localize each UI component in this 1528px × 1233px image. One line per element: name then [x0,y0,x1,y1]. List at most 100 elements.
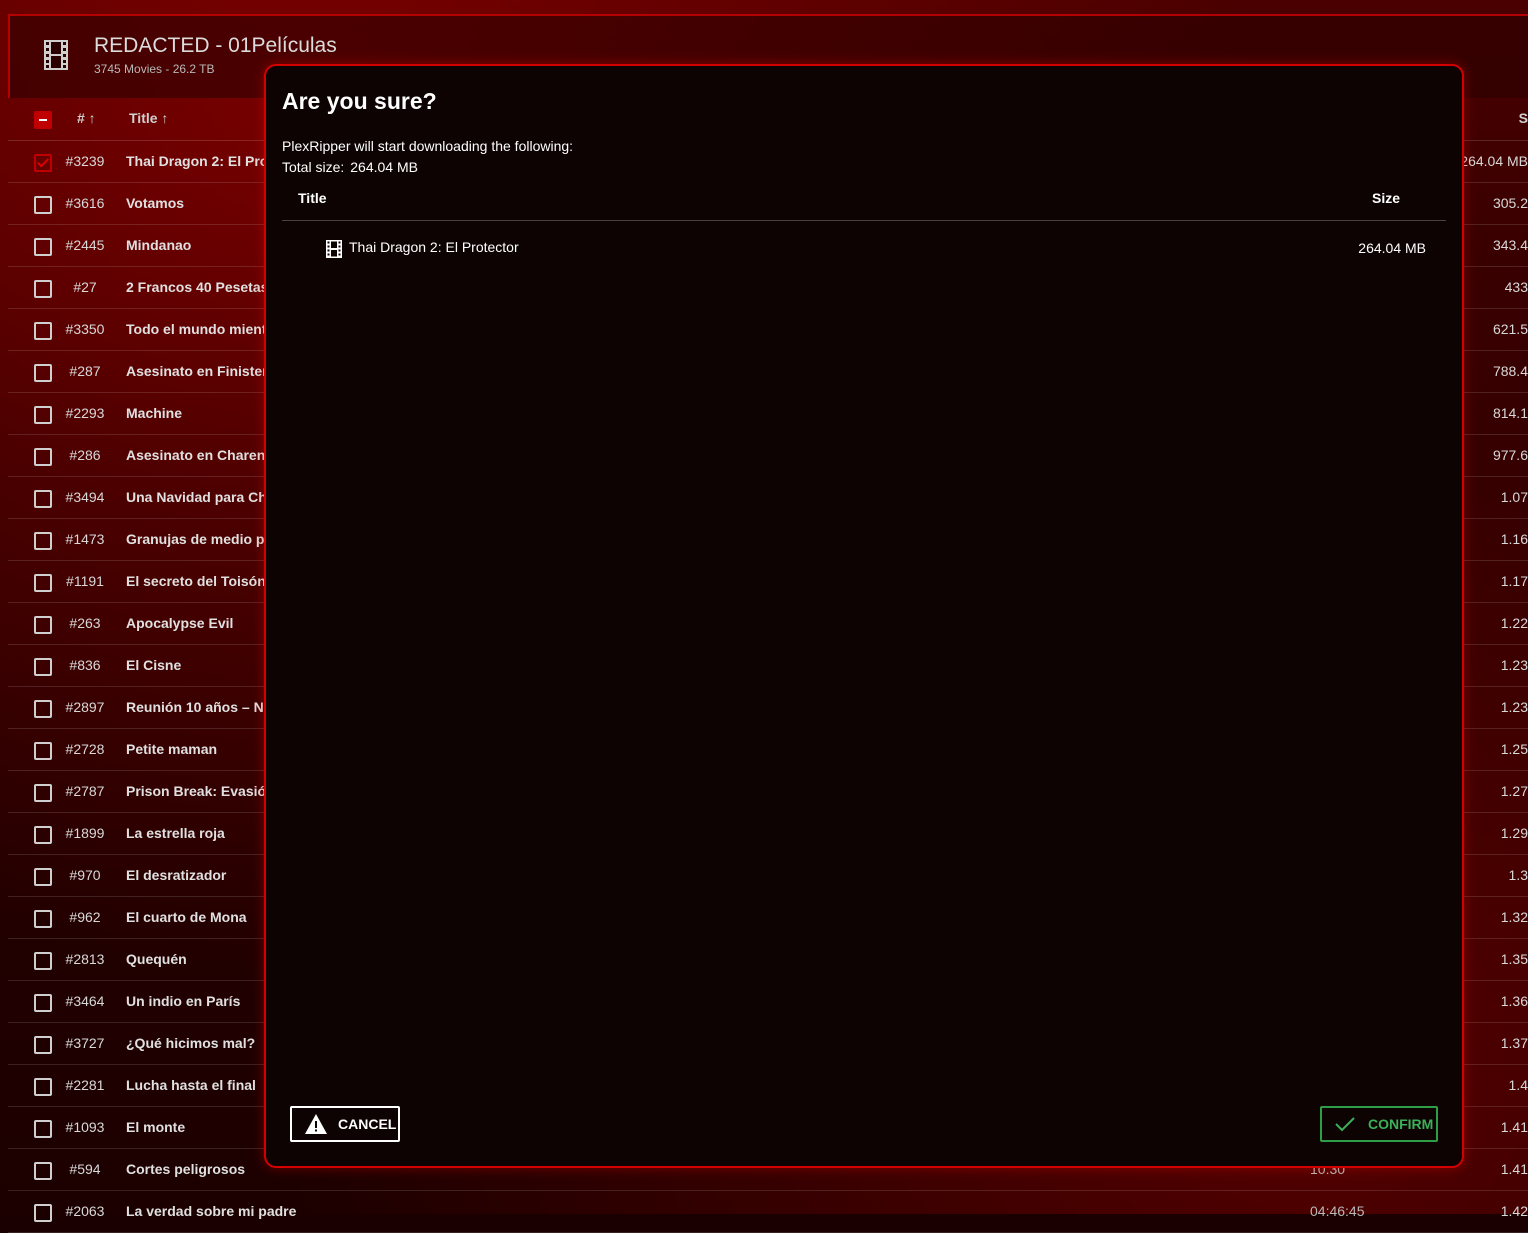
row-title[interactable]: Mindanao [126,237,191,253]
row-checkbox[interactable] [34,280,52,298]
row-duration: 04:46:45 [1310,1203,1365,1219]
row-size: 621.5 [1492,321,1528,337]
row-size: 1.16 [1500,531,1528,547]
row-index: #2445 [65,237,105,253]
row-index: #3464 [65,993,105,1009]
row-checkbox[interactable] [34,154,52,172]
row-checkbox[interactable] [34,238,52,256]
row-checkbox[interactable] [34,532,52,550]
row-index: #2281 [65,1077,105,1093]
row-index: #1191 [66,573,104,589]
row-checkbox[interactable] [34,784,52,802]
row-checkbox[interactable] [34,448,52,466]
column-header-title[interactable]: Title ↑ [129,110,168,126]
row-checkbox[interactable] [34,910,52,928]
row-checkbox[interactable] [34,952,52,970]
row-size: 1.22 [1500,615,1528,631]
row-title[interactable]: Todo el mundo miente [126,321,274,337]
row-title[interactable]: Petite maman [126,741,217,757]
row-index: #1899 [65,825,105,841]
row-index: #2813 [65,951,105,967]
row-title[interactable]: ¿Qué hicimos mal? [126,1035,255,1051]
row-size: 1.35 [1500,951,1528,967]
row-title[interactable]: Machine [126,405,182,421]
row-checkbox[interactable] [34,742,52,760]
row-title[interactable]: Cortes peligrosos [126,1161,245,1177]
select-all-checkbox[interactable] [34,111,52,129]
row-size: 1.23 [1500,699,1528,715]
row-title[interactable]: El monte [126,1119,185,1135]
table-row[interactable]: #2063 La verdad sobre mi padre 04:46:45 1.4… [8,1191,1528,1233]
row-title[interactable]: Asesinato en Finisterre [126,363,281,379]
row-title[interactable]: Apocalypse Evil [126,615,233,631]
row-title[interactable]: 2 Francos 40 Pesetas [126,279,268,295]
row-size: 1.41 [1500,1161,1528,1177]
row-size: 977.6 [1492,447,1528,463]
total-size-value: 264.04 MB [350,159,418,175]
row-index: #3616 [65,195,105,211]
row-title[interactable]: La verdad sobre mi padre [126,1203,296,1219]
row-title[interactable]: Quequén [126,951,187,967]
row-checkbox[interactable] [34,700,52,718]
row-index: #2063 [65,1203,105,1219]
column-header-size[interactable]: S [1519,110,1528,126]
row-checkbox[interactable] [34,490,52,508]
row-index: #3350 [65,321,105,337]
dialog-title: Are you sure? [282,88,437,114]
row-checkbox[interactable] [34,196,52,214]
row-title[interactable]: Asesinato en Charente [126,447,278,463]
row-checkbox[interactable] [34,1036,52,1054]
row-checkbox[interactable] [34,868,52,886]
row-size: 788.4 [1492,363,1528,379]
row-size: 814.1 [1492,405,1528,421]
cancel-button[interactable]: CANCEL [290,1106,400,1142]
row-title[interactable]: El desratizador [126,867,226,883]
row-title[interactable]: El cuarto de Mona [126,909,247,925]
row-index: #3239 [65,153,105,169]
row-title[interactable]: El Cisne [126,657,181,673]
row-title[interactable]: Granujas de medio pelo [126,531,285,547]
cancel-button-label: CANCEL [338,1116,397,1132]
row-size: 1.3 [1508,867,1528,883]
row-index: #2787 [65,783,105,799]
row-size: 1.07 [1500,489,1528,505]
row-checkbox[interactable] [34,322,52,340]
confirm-button[interactable]: CONFIRM [1320,1106,1438,1142]
row-title[interactable]: Un indio en París [126,993,240,1009]
row-checkbox[interactable] [34,364,52,382]
confirm-download-dialog: Are you sure? PlexRipper will start down… [264,64,1464,1168]
row-index: #962 [69,909,101,925]
total-size-label: Total size: [282,159,345,175]
row-size: 1.4 [1508,1077,1528,1093]
row-index: #287 [69,363,101,379]
dialog-table-header: Title Size [282,176,1446,221]
library-subtitle: 3745 Movies - 26.2 TB [94,62,215,76]
row-checkbox[interactable] [34,994,52,1012]
row-index: #836 [69,657,101,673]
row-size: 433 [1504,279,1528,295]
dialog-column-title: Title [298,190,327,206]
row-index: #970 [69,867,101,883]
row-title[interactable]: Lucha hasta el final [126,1077,256,1093]
dialog-total-size: Total size: 264.04 MB [282,159,418,175]
row-checkbox[interactable] [34,826,52,844]
row-index: #1473 [65,531,105,547]
row-title[interactable]: La estrella roja [126,825,225,841]
row-index: #3727 [65,1035,105,1051]
row-checkbox[interactable] [34,1078,52,1096]
row-checkbox[interactable] [34,406,52,424]
row-index: #263 [69,615,101,631]
column-header-index[interactable]: # ↑ [77,110,96,126]
row-checkbox[interactable] [34,616,52,634]
row-checkbox[interactable] [34,1120,52,1138]
row-checkbox[interactable] [34,574,52,592]
row-checkbox[interactable] [34,658,52,676]
row-checkbox[interactable] [34,1204,52,1222]
row-size: 1.17 [1500,573,1528,589]
dialog-description: PlexRipper will start downloading the fo… [282,138,574,154]
row-index: #1093 [65,1119,105,1135]
row-index: #594 [69,1161,101,1177]
row-checkbox[interactable] [34,1162,52,1180]
dialog-item-title: Thai Dragon 2: El Protector [349,239,519,255]
row-title[interactable]: Votamos [126,195,184,211]
